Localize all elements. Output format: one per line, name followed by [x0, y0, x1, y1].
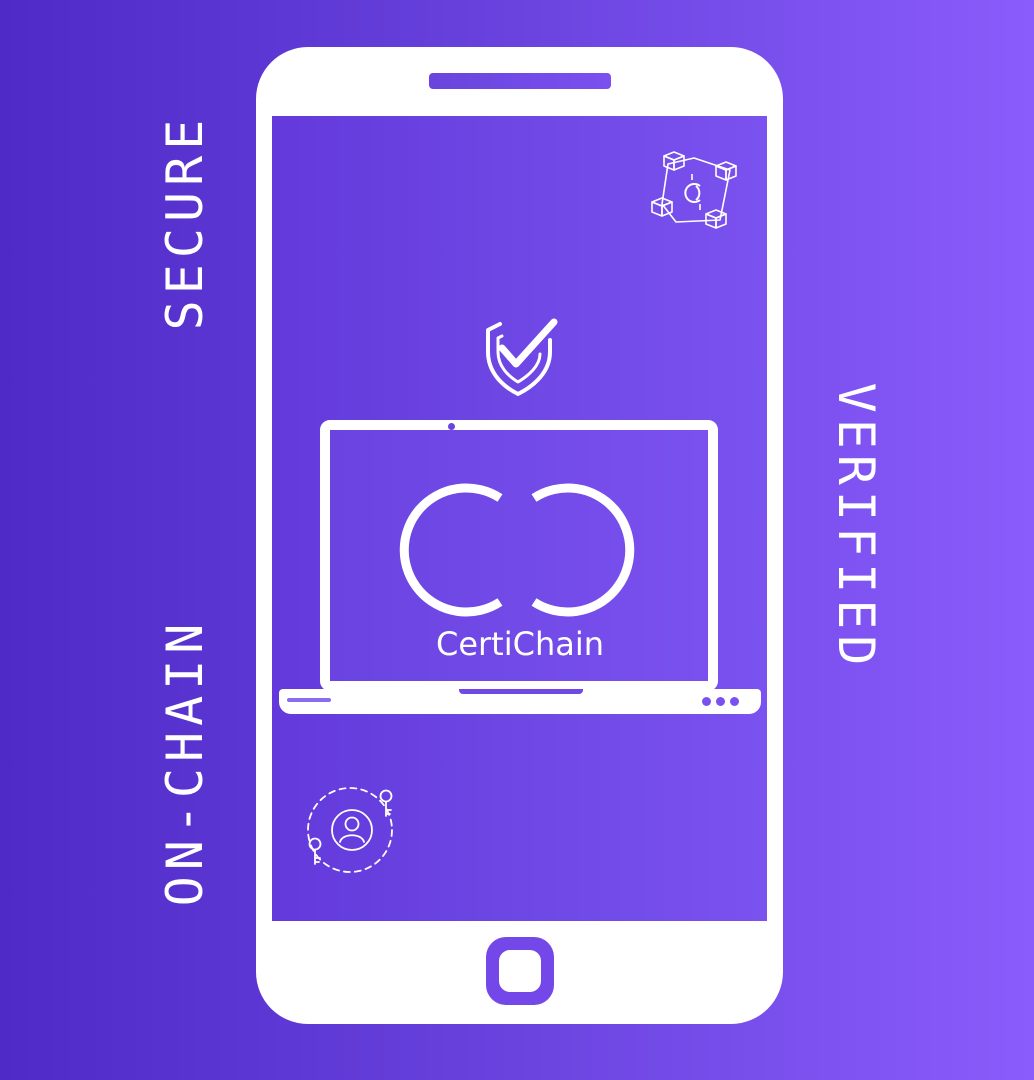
laptop-indicator-dot: [716, 697, 725, 706]
laptop-base-slot: [287, 698, 331, 702]
blockchain-cubes-icon: [651, 151, 737, 229]
user-keys-icon: [307, 787, 393, 873]
home-button-icon: [486, 937, 554, 1005]
certichain-logo-mark: [399, 483, 635, 617]
label-secure: SECURE: [156, 113, 214, 331]
laptop-indicator-dot: [730, 697, 739, 706]
label-on-chain: ON-CHAIN: [156, 617, 214, 907]
shield-check-icon: [486, 318, 558, 396]
label-verified: VERIFIED: [827, 382, 885, 672]
laptop-base-notch: [459, 689, 583, 694]
laptop-camera: [448, 423, 455, 430]
brand-name: CertiChain: [435, 625, 605, 663]
phone-speaker: [429, 73, 611, 89]
laptop-indicator-dot: [702, 697, 711, 706]
